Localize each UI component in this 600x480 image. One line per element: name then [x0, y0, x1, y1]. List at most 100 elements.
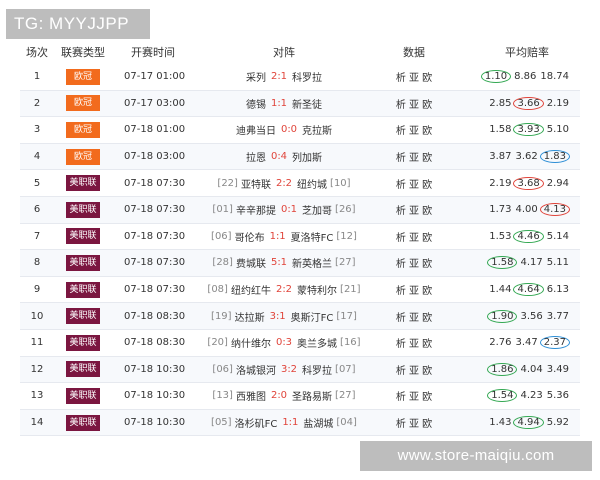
odds-value: 3.93 — [513, 123, 544, 137]
table-row[interactable]: 13 美职联 07-18 10:30 [13] 西雅图 2:0 圣路易斯 [27… — [20, 383, 580, 410]
away-team[interactable]: 蒙特利尔 — [297, 282, 337, 297]
home-team[interactable]: 达拉斯 — [235, 309, 265, 324]
league-badge[interactable]: 美职联 — [66, 201, 100, 218]
home-team[interactable]: 西雅图 — [236, 388, 266, 403]
away-team[interactable]: 纽约城 — [297, 176, 327, 191]
kickoff-time: 07-18 03:00 — [124, 151, 186, 163]
home-team[interactable]: 亚特联 — [241, 176, 271, 191]
header-odds: 平均赔率 — [505, 46, 549, 59]
home-team[interactable]: 纳什维尔 — [231, 335, 271, 350]
data-links[interactable]: 析 亚 欧 — [374, 202, 454, 217]
table-row[interactable]: 14 美职联 07-18 10:30 [05] 洛杉矶FC 1:1 盐湖城 [0… — [20, 409, 580, 437]
league-badge[interactable]: 美职联 — [66, 228, 100, 245]
league-badge[interactable]: 美职联 — [66, 387, 100, 404]
table-row[interactable]: 11 美职联 07-18 08:30 [20] 纳什维尔 0:3 奥兰多城 [1… — [20, 329, 580, 357]
away-team[interactable]: 克拉斯 — [302, 122, 332, 137]
home-rank: [28] — [212, 257, 233, 269]
match-cell: 拉恩 0:4 列加斯 — [194, 149, 374, 164]
table-row[interactable]: 2 欧冠 07-17 03:00 德锡 1:1 新圣徒 析 亚 欧 2.85 3.… — [20, 90, 580, 118]
home-team[interactable]: 哥伦布 — [235, 229, 265, 244]
header-data: 数据 — [403, 46, 425, 59]
league-cell: 美职联 — [54, 414, 112, 431]
home-team[interactable]: 费城联 — [236, 255, 266, 270]
league-badge[interactable]: 欧冠 — [66, 121, 100, 138]
table-row[interactable]: 5 美职联 07-18 07:30 [22] 亚特联 2:2 纽约城 [10] … — [20, 170, 580, 197]
table-row[interactable]: 10 美职联 07-18 08:30 [19] 达拉斯 3:1 奥斯汀FC [1… — [20, 303, 580, 330]
data-links[interactable]: 析 亚 欧 — [374, 335, 454, 350]
match-score[interactable]: 2:1 — [271, 71, 287, 82]
league-badge[interactable]: 美职联 — [66, 175, 100, 192]
away-team[interactable]: 科罗拉 — [292, 69, 322, 84]
odds-value: 3.47 — [515, 337, 538, 349]
average-odds: 1.44 4.64 6.13 — [454, 283, 580, 297]
away-team[interactable]: 奥兰多城 — [297, 335, 337, 350]
data-links[interactable]: 析 亚 欧 — [374, 282, 454, 297]
league-badge[interactable]: 美职联 — [66, 361, 100, 378]
away-team[interactable]: 圣路易斯 — [292, 388, 332, 403]
match-score[interactable]: 0:3 — [276, 337, 292, 348]
table-row[interactable]: 6 美职联 07-18 07:30 [01] 辛辛那提 0:1 芝加哥 [26]… — [20, 196, 580, 224]
match-score[interactable]: 1:1 — [282, 417, 298, 428]
home-team[interactable]: 德锡 — [246, 96, 266, 111]
away-team[interactable]: 新英格兰 — [292, 255, 332, 270]
away-team[interactable]: 奥斯汀FC — [291, 309, 334, 324]
home-team[interactable]: 采列 — [246, 69, 266, 84]
odds-value: 1.73 — [489, 204, 512, 216]
home-team[interactable]: 拉恩 — [246, 149, 266, 164]
data-links[interactable]: 析 亚 欧 — [374, 255, 454, 270]
away-team[interactable]: 夏洛特FC — [291, 229, 334, 244]
data-links[interactable]: 析 亚 欧 — [374, 415, 454, 430]
match-score[interactable]: 2:2 — [276, 284, 292, 295]
data-links[interactable]: 析 亚 欧 — [374, 229, 454, 244]
match-score[interactable]: 0:4 — [271, 151, 287, 162]
data-links[interactable]: 析 亚 欧 — [374, 362, 454, 377]
match-score[interactable]: 3:2 — [281, 364, 297, 375]
match-index: 7 — [33, 230, 41, 242]
league-badge[interactable]: 美职联 — [66, 334, 100, 351]
league-badge[interactable]: 欧冠 — [66, 148, 100, 165]
match-score[interactable]: 0:1 — [281, 204, 297, 215]
data-links[interactable]: 析 亚 欧 — [374, 176, 454, 191]
league-badge[interactable]: 欧冠 — [66, 68, 100, 85]
match-score[interactable]: 2:2 — [276, 178, 292, 189]
data-links[interactable]: 析 亚 欧 — [374, 309, 454, 324]
home-team[interactable]: 迪弗当日 — [236, 122, 276, 137]
league-badge[interactable]: 美职联 — [66, 281, 100, 298]
away-team[interactable]: 盐湖城 — [303, 415, 333, 430]
table-row[interactable]: 7 美职联 07-18 07:30 [06] 哥伦布 1:1 夏洛特FC [12… — [20, 223, 580, 251]
match-score[interactable]: 2:0 — [271, 390, 287, 401]
average-odds: 2.76 3.47 2.37 — [454, 336, 580, 350]
match-score[interactable]: 1:1 — [270, 231, 286, 242]
data-links[interactable]: 析 亚 欧 — [374, 149, 454, 164]
data-links[interactable]: 析 亚 欧 — [374, 69, 454, 84]
league-badge[interactable]: 美职联 — [66, 414, 100, 431]
match-score[interactable]: 3:1 — [270, 311, 286, 322]
home-rank: [05] — [211, 417, 232, 429]
match-score[interactable]: 1:1 — [271, 98, 287, 109]
table-row[interactable]: 4 欧冠 07-18 03:00 拉恩 0:4 列加斯 析 亚 欧 3.87 3.… — [20, 143, 580, 171]
data-links[interactable]: 析 亚 欧 — [374, 122, 454, 137]
home-team[interactable]: 纽约红牛 — [231, 282, 271, 297]
league-badge[interactable]: 美职联 — [66, 254, 100, 271]
away-team[interactable]: 科罗拉 — [302, 362, 332, 377]
odds-value: 1.44 — [489, 284, 512, 296]
home-team[interactable]: 辛辛那提 — [236, 202, 276, 217]
table-row[interactable]: 9 美职联 07-18 07:30 [08] 纽约红牛 2:2 蒙特利尔 [21… — [20, 276, 580, 304]
away-team[interactable]: 列加斯 — [292, 149, 322, 164]
data-links[interactable]: 析 亚 欧 — [374, 96, 454, 111]
match-index: 3 — [33, 124, 41, 136]
league-badge[interactable]: 欧冠 — [66, 95, 100, 112]
table-row[interactable]: 3 欧冠 07-18 01:00 迪弗当日 0:0 克拉斯 析 亚 欧 1.58… — [20, 117, 580, 144]
average-odds: 3.87 3.62 1.83 — [454, 150, 580, 164]
match-score[interactable]: 0:0 — [281, 124, 297, 135]
table-row[interactable]: 1 欧冠 07-17 01:00 采列 2:1 科罗拉 析 亚 欧 1.10 8.… — [20, 64, 580, 91]
table-row[interactable]: 12 美职联 07-18 10:30 [06] 洛城银河 3:2 科罗拉 [07… — [20, 356, 580, 384]
data-links[interactable]: 析 亚 欧 — [374, 388, 454, 403]
table-row[interactable]: 8 美职联 07-18 07:30 [28] 费城联 5:1 新英格兰 [27]… — [20, 250, 580, 277]
away-team[interactable]: 芝加哥 — [302, 202, 332, 217]
home-team[interactable]: 洛城银河 — [236, 362, 276, 377]
league-badge[interactable]: 美职联 — [66, 308, 100, 325]
match-score[interactable]: 5:1 — [271, 257, 287, 268]
away-team[interactable]: 新圣徒 — [292, 96, 322, 111]
home-team[interactable]: 洛杉矶FC — [235, 415, 278, 430]
